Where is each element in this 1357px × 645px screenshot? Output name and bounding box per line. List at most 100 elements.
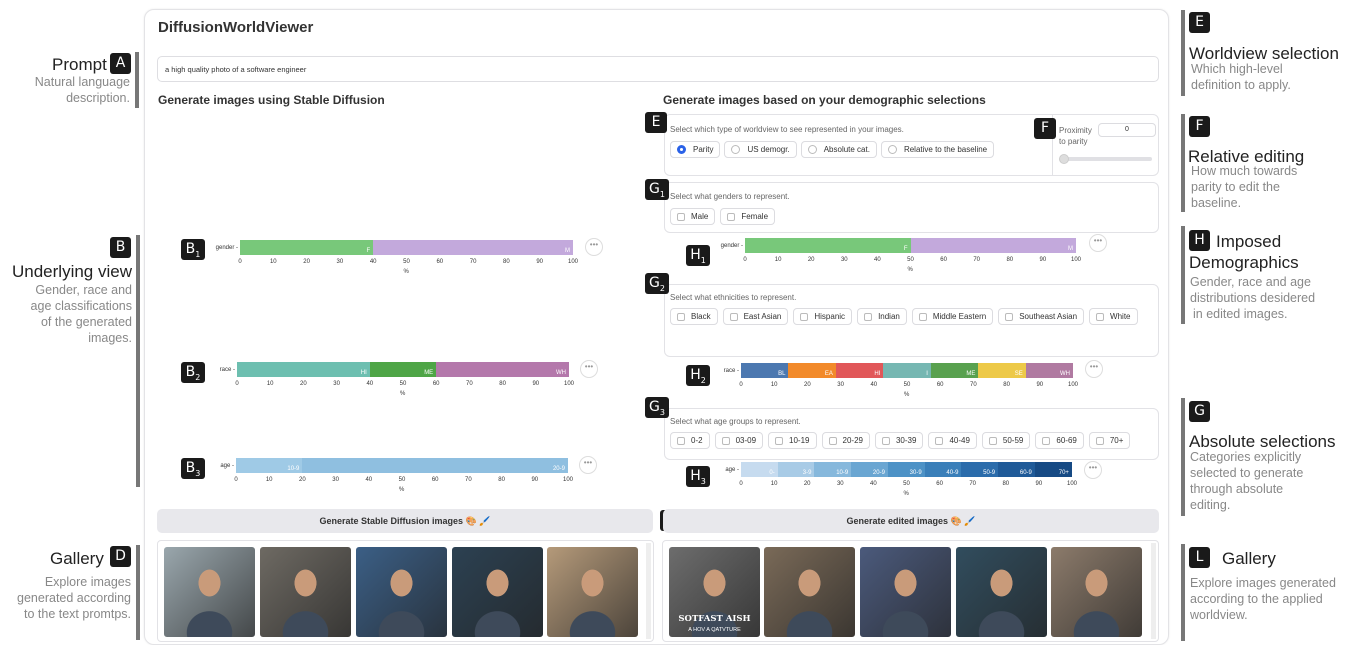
segment-label: F: [366, 248, 371, 254]
checkbox-age-70-plus[interactable]: 70+: [1088, 432, 1131, 449]
tick-label: 20: [303, 259, 310, 265]
checkbox-age-10-19[interactable]: 10-19: [768, 432, 817, 449]
annotation-worldview-desc-2: definition to apply.: [1191, 78, 1291, 92]
checkbox-age-30-39[interactable]: 30-39: [874, 432, 924, 449]
bar-segment[interactable]: SE: [978, 363, 1026, 378]
gallery-image[interactable]: [956, 547, 1047, 637]
gallery-image[interactable]: [547, 547, 638, 637]
checkbox-hispanic[interactable]: Hispanic: [793, 308, 853, 325]
checkbox-middle-eastern[interactable]: Middle Eastern: [911, 308, 994, 325]
checkbox-white[interactable]: White: [1089, 308, 1138, 325]
tick-label: 50: [398, 477, 406, 483]
checkbox-age-20-29[interactable]: 20-29: [821, 432, 870, 449]
tick-label: 10: [269, 259, 277, 265]
generate-sd-button[interactable]: Generate Stable Diffusion images 🎨 🖌️: [157, 509, 653, 533]
chart-x-label: %: [904, 392, 910, 398]
checkbox-age-50-59[interactable]: 50-59: [981, 432, 1031, 449]
bar-segment[interactable]: 0-: [741, 462, 778, 477]
checkbox-indian[interactable]: Indian: [857, 308, 907, 325]
tick-label: 60: [431, 477, 439, 483]
radio-parity[interactable]: Parity: [670, 141, 721, 158]
bar-segment[interactable]: 70+: [1034, 462, 1072, 477]
bar-segment[interactable]: 10-9: [236, 458, 303, 473]
gallery-scrollbar[interactable]: [646, 543, 651, 639]
badge-b1: B1: [181, 239, 205, 260]
bar-segment[interactable]: F: [745, 238, 911, 253]
annotation-relative-desc-2: parity to edit the: [1191, 180, 1280, 194]
ages-checkbox-group: 0-2 03-09 10-19 20-29 30-39 40-49 50-59 …: [670, 432, 1135, 449]
chart-x-label: %: [907, 267, 913, 273]
chart-options-button[interactable]: •••: [1085, 360, 1103, 378]
gallery-image[interactable]: [764, 547, 855, 637]
checkbox-age-03-09[interactable]: 03-09: [714, 432, 764, 449]
chart-y-label: gender -: [215, 245, 238, 251]
checkbox-male[interactable]: Male: [670, 208, 716, 225]
chart-options-button[interactable]: •••: [580, 360, 598, 378]
gallery-left: [157, 540, 654, 642]
bar-segment[interactable]: HI: [835, 363, 884, 378]
chart-options-button[interactable]: •••: [585, 238, 603, 256]
checkbox-age-60-69[interactable]: 60-69: [1035, 432, 1084, 449]
checkbox-age-40-49[interactable]: 40-49: [928, 432, 977, 449]
gallery-image[interactable]: [164, 547, 255, 637]
chart-options-button[interactable]: •••: [579, 456, 597, 474]
bar-segment[interactable]: 20-9: [302, 458, 568, 473]
gallery-image[interactable]: [1051, 547, 1142, 637]
bar-segment[interactable]: 40-9: [924, 462, 962, 477]
chart-bar: 0- 3-9 10-9 20-9 30-9 40-9 50-9 60-9 70+: [741, 462, 1072, 477]
checkbox-female[interactable]: Female: [720, 208, 776, 225]
app-title: DiffusionWorldViewer: [158, 19, 314, 36]
bar-segment[interactable]: 30-9: [887, 462, 925, 477]
proximity-slider-handle[interactable]: [1059, 154, 1069, 164]
radio-relative-baseline[interactable]: Relative to the baseline: [880, 141, 995, 158]
bar-segment[interactable]: 10-9: [814, 462, 852, 477]
gallery-image[interactable]: [860, 547, 951, 637]
gallery-image[interactable]: [452, 547, 543, 637]
chart-options-button[interactable]: •••: [1089, 234, 1107, 252]
annotation-bar: [136, 545, 140, 640]
bar-segment[interactable]: HI: [237, 362, 370, 377]
bar-segment[interactable]: M: [910, 238, 1076, 253]
bar-segment[interactable]: M: [373, 240, 573, 255]
gallery-image[interactable]: SOTFAST AISH A HOV A QATVTURE: [669, 547, 760, 637]
annotation-relative-desc-3: baseline.: [1191, 196, 1242, 210]
checkbox-black[interactable]: Black: [670, 308, 718, 325]
tick-label: 60: [432, 381, 440, 387]
gallery-scrollbar[interactable]: [1151, 543, 1156, 639]
bar-segment[interactable]: I: [883, 363, 931, 378]
checkbox-southeast-asian[interactable]: Southeast Asian: [998, 308, 1085, 325]
annotation-worldview-desc-1: Which high-level: [1191, 62, 1283, 76]
bar-segment[interactable]: BL: [741, 363, 789, 378]
bar-segment[interactable]: 3-9: [777, 462, 815, 477]
annotation-prompt-title: Prompt: [52, 55, 107, 74]
checkbox-age-0-2[interactable]: 0-2: [670, 432, 710, 449]
annotation-imposed-title-1: Imposed: [1216, 232, 1282, 251]
tick-label: 10: [265, 477, 273, 483]
chart-bar: FM: [745, 238, 1076, 253]
chart-options-button[interactable]: •••: [1084, 461, 1102, 479]
tick-label: 80: [498, 477, 505, 483]
ethnicities-checkbox-group: Black East Asian Hispanic Indian Middle …: [670, 308, 1150, 325]
bar-segment[interactable]: ME: [930, 363, 979, 378]
proximity-slider[interactable]: [1060, 157, 1152, 161]
generate-edited-button[interactable]: Generate edited images 🎨 🖌️: [663, 509, 1159, 533]
radio-absolute-cat[interactable]: Absolute cat.: [800, 141, 877, 158]
segment-label: 50-9: [983, 470, 996, 476]
radio-us-demogr[interactable]: US demogr.: [724, 141, 797, 158]
bar-segment[interactable]: F: [240, 240, 374, 255]
bar-segment[interactable]: 60-9: [998, 462, 1035, 477]
bar-segment[interactable]: 20-9: [851, 462, 888, 477]
prompt-input[interactable]: a high quality photo of a software engin…: [157, 56, 1159, 82]
bar-segment[interactable]: 50-9: [961, 462, 999, 477]
bar-segment[interactable]: ME: [369, 362, 437, 377]
badge-e-inner: E: [645, 112, 667, 133]
tick-label: 30: [336, 259, 344, 265]
gallery-image[interactable]: [260, 547, 351, 637]
bar-segment[interactable]: WH: [1025, 363, 1073, 378]
gallery-image[interactable]: [356, 547, 447, 637]
bar-segment[interactable]: WH: [436, 362, 569, 377]
bar-segment[interactable]: EA: [788, 363, 836, 378]
proximity-value-input[interactable]: 0: [1098, 123, 1156, 137]
checkbox-east-asian[interactable]: East Asian: [722, 308, 789, 325]
badge-d: D: [110, 546, 131, 567]
